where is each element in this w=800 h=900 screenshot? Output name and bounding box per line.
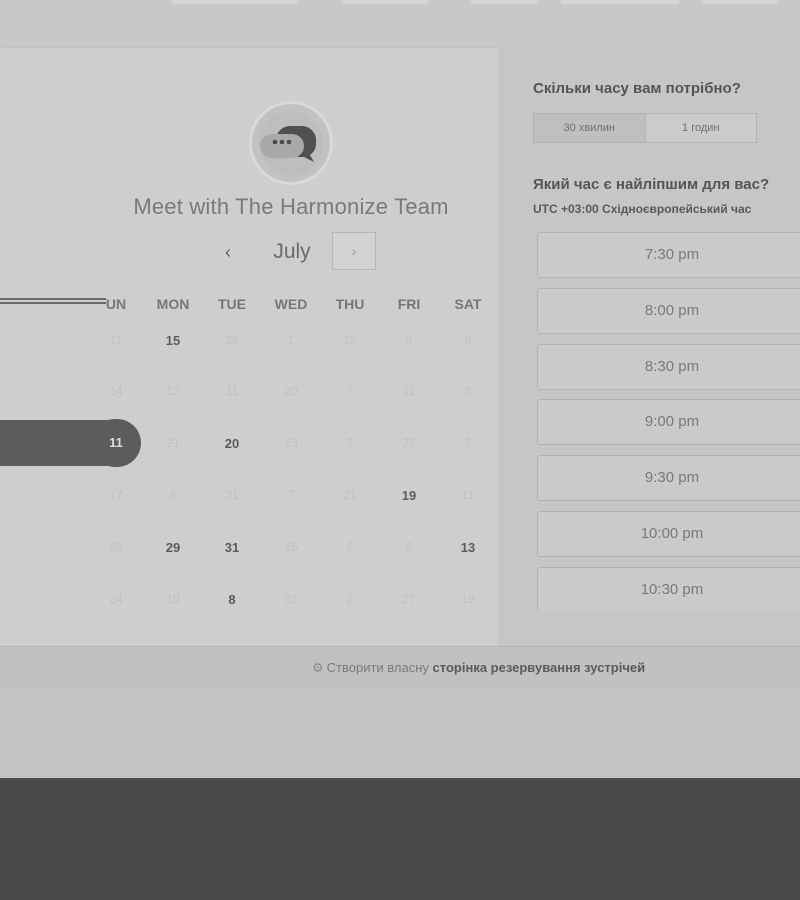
- meeting-title: Meet with The Harmonize Team: [133, 194, 449, 219]
- calendar-day: 11: [402, 384, 416, 398]
- calendar-day: 13: [284, 436, 298, 450]
- calendar-day: 20: [284, 384, 298, 398]
- weekday-0: UN: [105, 296, 127, 312]
- calendar-day: 10: [166, 592, 180, 606]
- duration-option-30min[interactable]: 30 хвилин: [534, 114, 646, 142]
- duration-selector: 30 хвилин 1 годин: [533, 113, 757, 143]
- calendar-day: 7: [346, 384, 354, 398]
- calendar-day: 6: [405, 333, 413, 347]
- calendar-day: 2: [464, 436, 472, 450]
- calendar-day: 27: [402, 436, 416, 450]
- calendar-day: 3: [346, 436, 354, 450]
- time-slot-list: 7:30 pm 8:00 pm 8:30 pm 9:00 pm 9:30 pm 10:00…: [537, 232, 800, 610]
- weekday-3: WED: [274, 296, 308, 312]
- calendar-day: 6: [405, 540, 413, 554]
- weekday-1: MON: [156, 296, 190, 312]
- dark-footer-area: [0, 778, 800, 900]
- calendar-day: 21: [343, 488, 357, 502]
- calendar-day[interactable]: 31: [212, 540, 252, 555]
- calendar-day: 6: [346, 540, 354, 554]
- calendar-day: 2: [346, 592, 354, 606]
- calendar-day: 7: [287, 488, 295, 502]
- calendar-day: 6: [169, 488, 177, 502]
- weekday-5: FRI: [397, 296, 421, 312]
- time-slot[interactable]: 9:30 pm: [537, 455, 800, 502]
- footer-cta[interactable]: ⚙ Створити власну сторінка резервування з…: [312, 660, 645, 676]
- month-navigation: ‹ July ›: [0, 232, 582, 272]
- calendar-day: 3: [464, 384, 472, 398]
- calendar-day: 31: [225, 488, 239, 502]
- prev-month-button[interactable]: ‹: [214, 238, 242, 266]
- chat-bubble-icon: [259, 111, 323, 175]
- calendar-day: 11: [109, 333, 123, 347]
- footer-prefix: Створити власну: [326, 660, 429, 675]
- top-strip: [0, 0, 800, 48]
- calendar-day: 6: [464, 333, 472, 347]
- calendar-day: 28: [109, 540, 123, 554]
- calendar-day: 11: [461, 488, 475, 502]
- calendar-day: 24: [109, 592, 123, 606]
- calendar-day[interactable]: 19: [389, 488, 429, 503]
- team-avatar: [249, 101, 333, 185]
- timezone-offset: UTC +03:00: [533, 202, 599, 216]
- time-slot[interactable]: 9:00 pm: [537, 399, 800, 446]
- calendar-day: 1: [287, 333, 295, 347]
- calendar-day: 15: [343, 333, 357, 347]
- calendar-day: 15: [284, 540, 298, 554]
- page-background: [0, 693, 800, 778]
- calendar-day: 12: [166, 384, 180, 398]
- selected-day[interactable]: 11: [91, 419, 141, 467]
- calendar-day[interactable]: 29: [153, 540, 193, 555]
- time-slot[interactable]: 10:00 pm: [537, 511, 800, 557]
- calendar-day: 29: [225, 333, 239, 347]
- time-slot[interactable]: 8:30 pm: [537, 343, 800, 390]
- time-slot[interactable]: 8:00 pm: [537, 287, 800, 334]
- footer-link[interactable]: сторінка резервування зустрічей: [433, 660, 646, 675]
- time-slot[interactable]: 10:30 pm: [537, 566, 800, 610]
- timezone-label[interactable]: UTC +03:00 Східноєвропейський час: [533, 202, 751, 216]
- calendar-day: 14: [109, 384, 123, 398]
- weekday-6: SAT: [454, 296, 482, 312]
- timezone-name: Східноєвропейський час: [602, 202, 752, 216]
- calendar-day: 31: [284, 592, 298, 606]
- calendar-day[interactable]: 20: [212, 436, 252, 451]
- calendar-day[interactable]: 13: [448, 540, 488, 555]
- time-slot[interactable]: 7:30 pm: [537, 232, 800, 278]
- calendar-day: 11: [225, 384, 239, 398]
- month-label: July: [273, 240, 311, 263]
- duration-option-1hour[interactable]: 1 годин: [645, 114, 756, 142]
- weekday-2: TUE: [218, 296, 246, 312]
- calendar-day: 27: [402, 592, 416, 606]
- calendar-day[interactable]: 8: [212, 592, 252, 607]
- calendar-day[interactable]: 15: [153, 333, 193, 348]
- calendar-day: 19: [461, 592, 475, 606]
- calendar-day: 17: [109, 488, 123, 502]
- next-month-button[interactable]: ›: [332, 232, 376, 270]
- hubspot-sprocket-icon: ⚙: [312, 660, 324, 675]
- duration-question: Скільки часу вам потрібно?: [533, 80, 741, 97]
- time-question: Який час є найліпшим для вас?: [533, 176, 770, 193]
- weekday-4: THU: [335, 296, 365, 312]
- calendar-day: 21: [166, 436, 180, 450]
